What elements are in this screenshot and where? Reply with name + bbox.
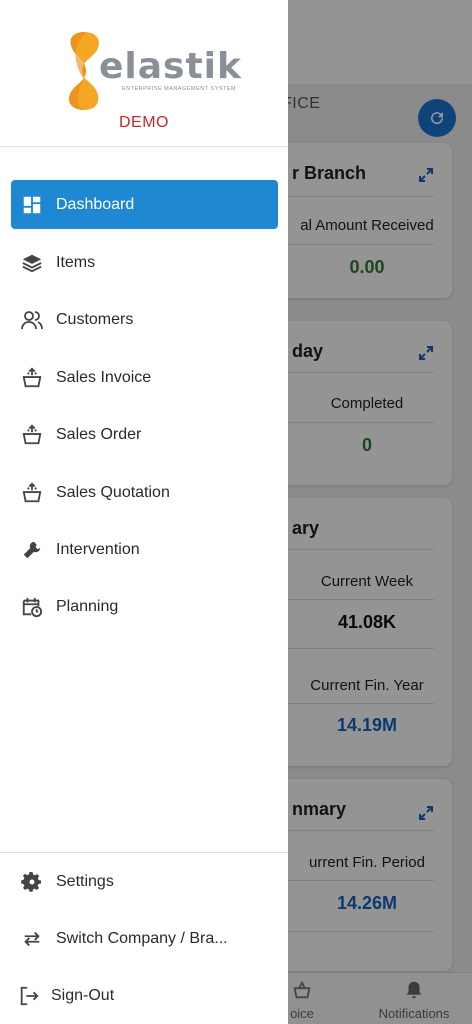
menu-item-switch-company[interactable]: Switch Company / Bra...	[11, 914, 278, 963]
menu-item-label: Settings	[56, 872, 114, 890]
menu-item-label: Sales Invoice	[56, 368, 152, 386]
menu-item-sales-invoice[interactable]: Sales Invoice	[11, 353, 278, 402]
users-icon	[20, 308, 44, 332]
menu-item-planning[interactable]: Planning	[11, 582, 278, 631]
layers-icon	[20, 251, 44, 275]
menu-item-label: Sales Order	[56, 425, 142, 443]
drawer-divider	[0, 852, 288, 853]
logo-wordmark: elastik	[99, 46, 242, 87]
dashboard-icon	[20, 193, 44, 217]
menu-item-sales-quotation[interactable]: Sales Quotation	[11, 468, 278, 517]
gear-icon	[20, 870, 44, 894]
drawer-header: elastik ENTERPRISE MANAGEMENT SYSTEM DEM…	[0, 0, 288, 147]
menu-item-label: Switch Company / Bra...	[56, 929, 228, 947]
menu-item-label: Dashboard	[56, 195, 135, 213]
logo-tagline: ENTERPRISE MANAGEMENT SYSTEM	[122, 86, 237, 92]
menu-item-customers[interactable]: Customers	[11, 295, 278, 344]
menu-item-items[interactable]: Items	[11, 238, 278, 287]
menu-item-label: Planning	[56, 597, 119, 615]
navigation-drawer: elastik ENTERPRISE MANAGEMENT SYSTEM DEM…	[0, 0, 288, 1024]
menu-item-label: Intervention	[56, 540, 140, 558]
basket-icon	[20, 423, 44, 447]
swap-icon	[20, 927, 44, 951]
menu-item-dashboard[interactable]: Dashboard	[11, 180, 278, 229]
menu-item-label: Sales Quotation	[56, 483, 170, 501]
menu-item-settings[interactable]: Settings	[11, 857, 278, 906]
menu-item-label: Customers	[56, 310, 134, 328]
menu-item-label: Items	[56, 253, 96, 271]
menu-item-intervention[interactable]: Intervention	[11, 525, 278, 574]
calendar-clock-icon	[20, 595, 44, 619]
sign-out-icon	[17, 984, 41, 1008]
menu-item-sales-order[interactable]: Sales Order	[11, 410, 278, 459]
menu-item-sign-out[interactable]: Sign-Out	[11, 971, 278, 1020]
wrench-icon	[20, 538, 44, 562]
basket-icon	[20, 366, 44, 390]
elastik-logo-icon	[68, 32, 99, 110]
basket-icon	[20, 481, 44, 505]
demo-badge: DEMO	[119, 114, 169, 131]
menu-item-label: Sign-Out	[51, 986, 115, 1004]
